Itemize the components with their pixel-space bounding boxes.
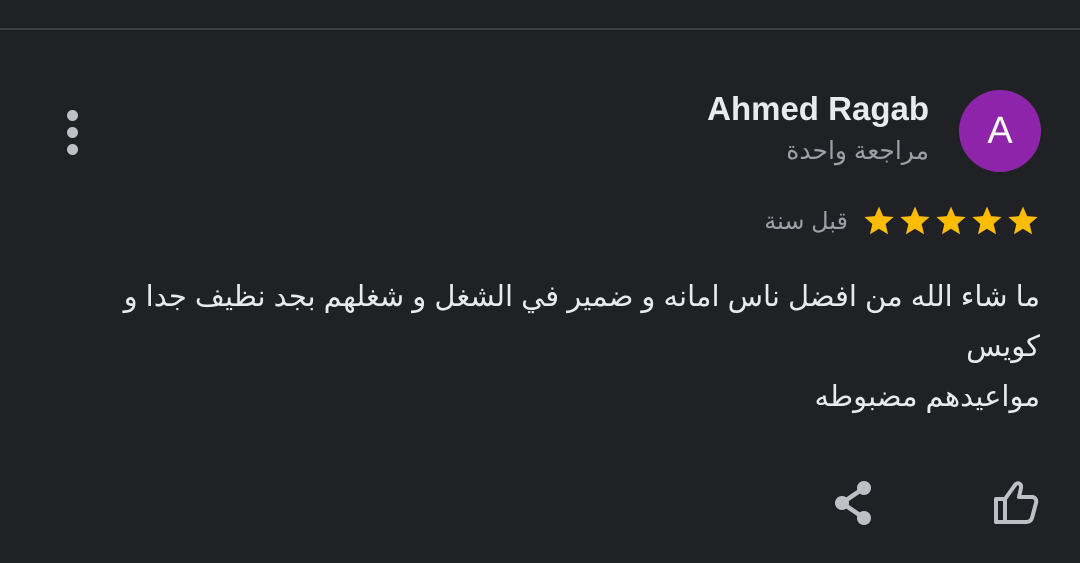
star-icon <box>864 206 894 235</box>
star-icon <box>900 206 930 235</box>
thumb-up-icon <box>994 481 1039 524</box>
star-icon <box>936 206 966 235</box>
star-icon <box>972 206 1002 235</box>
more-options-button[interactable] <box>50 104 94 160</box>
star-rating <box>862 204 1040 238</box>
share-button[interactable] <box>826 476 880 530</box>
review-count: مراجعة واحدة <box>786 137 929 165</box>
share-icon <box>835 481 871 525</box>
star-icon <box>1008 206 1038 235</box>
review-text: ما شاء الله من افضل ناس امانه و ضمير في … <box>60 272 1040 422</box>
rating-row: قبل سنة <box>764 198 1040 244</box>
like-button[interactable] <box>988 476 1044 530</box>
more-vert-icon-dot <box>66 143 78 155</box>
avatar[interactable]: A <box>959 90 1041 172</box>
avatar-letter: A <box>987 109 1013 152</box>
top-divider <box>0 28 1080 30</box>
review-card: A Ahmed Ragab مراجعة واحدة قبل سنة ما شا… <box>0 0 1080 563</box>
review-date: قبل سنة <box>764 207 848 235</box>
more-vert-icon <box>66 109 78 121</box>
review-text-line: مواعيدهم مضبوطه <box>814 381 1040 413</box>
review-text-line: ما شاء الله من افضل ناس امانه و ضمير في … <box>123 281 1040 313</box>
reviewer-name[interactable]: Ahmed Ragab <box>707 90 929 128</box>
more-vert-icon-dot <box>66 126 78 138</box>
review-text-line: كويس <box>966 331 1040 363</box>
